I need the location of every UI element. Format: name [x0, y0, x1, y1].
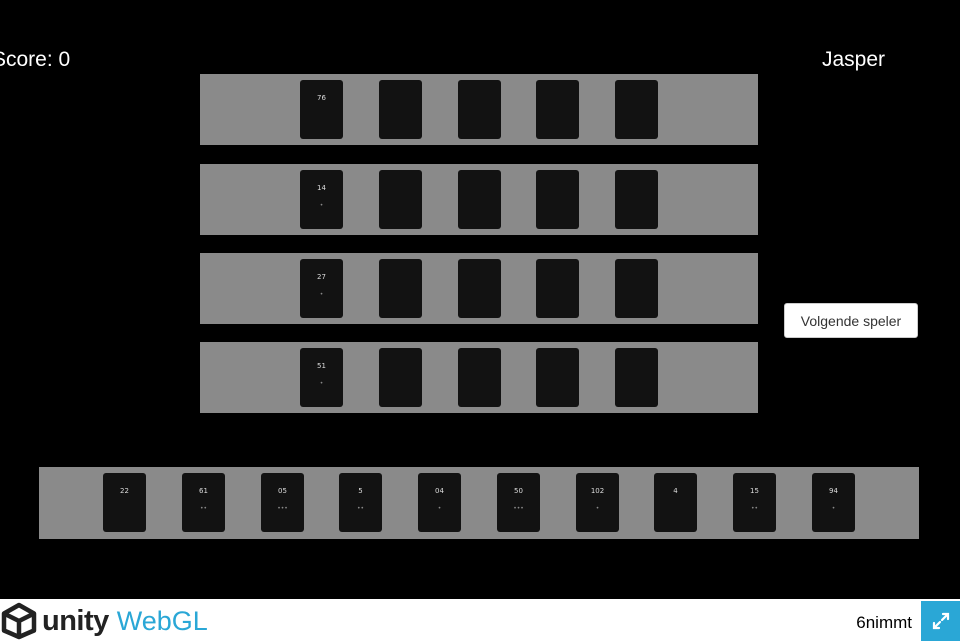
table-row-4: 51 •	[200, 342, 758, 413]
unity-cube-icon	[1, 602, 37, 640]
card-number: 4	[673, 487, 678, 495]
next-player-button[interactable]: Volgende speler	[784, 303, 918, 338]
game-canvas[interactable]: Score: 0 Jasper 76 14 • 27 • 51	[0, 0, 960, 599]
card-number: 27	[317, 273, 326, 281]
card-penalty: •	[319, 202, 324, 209]
card-number: 76	[317, 94, 326, 102]
row-card[interactable]: 14 •	[300, 170, 343, 229]
hand-card[interactable]: 61 ••	[182, 473, 225, 532]
webgl-footer: unity WebGL 6nimmt	[0, 599, 960, 643]
logo-webgl-text: WebGL	[116, 605, 208, 636]
card-penalty: •	[437, 505, 442, 512]
row-card[interactable]: 27 •	[300, 259, 343, 318]
hand-card[interactable]: 102 •	[576, 473, 619, 532]
empty-slot	[536, 259, 579, 318]
card-penalty: •	[319, 380, 324, 387]
player-name: Jasper	[822, 48, 886, 71]
card-penalty: ••	[356, 505, 365, 512]
app-title: 6nimmt	[856, 613, 912, 632]
card-number: 05	[278, 487, 287, 495]
row-card[interactable]: 76	[300, 80, 343, 139]
table-row-1: 76	[200, 74, 758, 145]
row-card[interactable]: 51 •	[300, 348, 343, 407]
card-penalty: •	[595, 505, 600, 512]
hand-card[interactable]: 94 •	[812, 473, 855, 532]
fullscreen-icon	[932, 612, 949, 630]
empty-slot	[458, 170, 501, 229]
hand-card[interactable]: 05 •••	[261, 473, 304, 532]
empty-slot	[379, 259, 422, 318]
hand-card[interactable]: 15 ••	[733, 473, 776, 532]
hand-card[interactable]: 22	[103, 473, 146, 532]
empty-slot	[379, 80, 422, 139]
empty-slot	[379, 170, 422, 229]
card-number: 51	[317, 362, 326, 370]
fullscreen-button[interactable]	[921, 601, 960, 641]
hand-card[interactable]: 4	[654, 473, 697, 532]
table-row-3: 27 •	[200, 253, 758, 324]
card-number: 04	[435, 487, 444, 495]
card-penalty: ••	[199, 505, 208, 512]
empty-slot	[458, 259, 501, 318]
empty-slot	[615, 348, 658, 407]
card-penalty: ••	[750, 505, 759, 512]
empty-slot	[536, 170, 579, 229]
card-penalty: •	[319, 291, 324, 298]
score-label: Score: 0	[0, 48, 71, 71]
player-hand: 22 61 •• 05 ••• 5 •• 04 • 50 ••• 102 • 4	[39, 467, 919, 539]
table-row-2: 14 •	[200, 164, 758, 235]
card-number: 22	[120, 487, 129, 495]
card-penalty: •••	[513, 505, 524, 512]
card-number: 14	[317, 184, 326, 192]
empty-slot	[536, 348, 579, 407]
card-number: 94	[829, 487, 838, 495]
empty-slot	[458, 80, 501, 139]
empty-slot	[615, 170, 658, 229]
card-number: 5	[358, 487, 363, 495]
hand-card[interactable]: 04 •	[418, 473, 461, 532]
empty-slot	[458, 348, 501, 407]
empty-slot	[615, 259, 658, 318]
card-penalty: •••	[277, 505, 288, 512]
card-penalty: •	[831, 505, 836, 512]
card-number: 15	[750, 487, 759, 495]
card-number: 102	[590, 487, 605, 495]
logo-wordmark: unity	[42, 604, 109, 637]
hand-card[interactable]: 5 ••	[339, 473, 382, 532]
empty-slot	[536, 80, 579, 139]
empty-slot	[615, 80, 658, 139]
card-number: 61	[199, 487, 208, 495]
hand-card[interactable]: 50 •••	[497, 473, 540, 532]
empty-slot	[379, 348, 422, 407]
unity-webgl-logo: unity WebGL	[0, 602, 208, 640]
card-number: 50	[514, 487, 523, 495]
